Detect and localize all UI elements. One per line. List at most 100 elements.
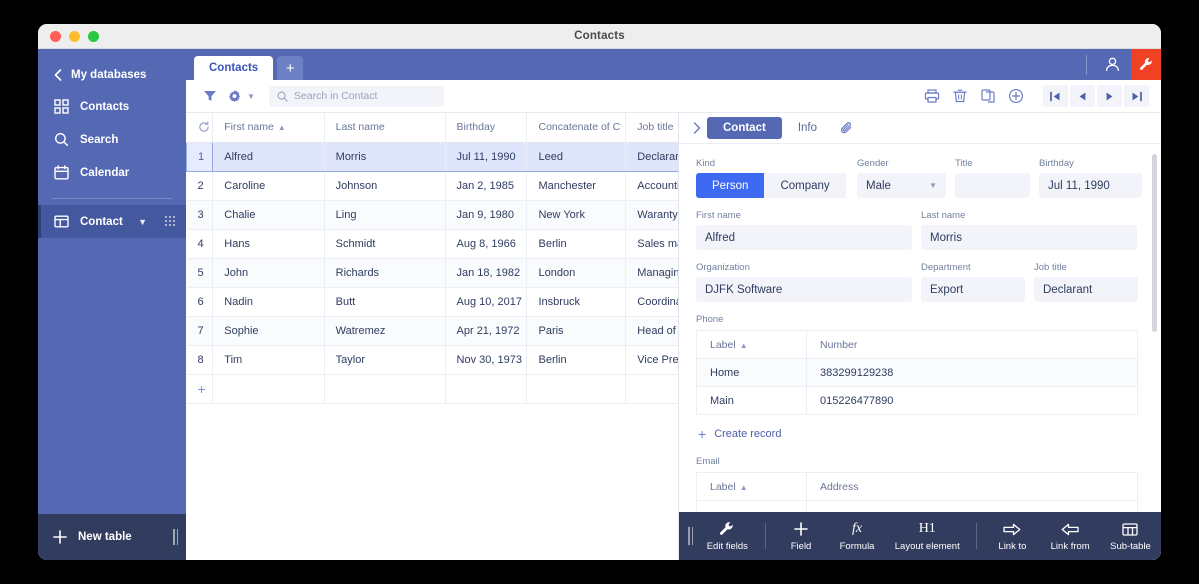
table-row[interactable]: 6 Nadin Butt Aug 10, 2017 Insbruck Coord… bbox=[186, 287, 678, 317]
sidebar-item-contacts[interactable]: Contacts bbox=[38, 90, 186, 123]
cell-first-name[interactable]: Caroline bbox=[212, 171, 325, 201]
collapse-panel-icon[interactable] bbox=[687, 122, 707, 134]
sidebar-back[interactable]: My databases bbox=[38, 60, 186, 90]
cell-job-title[interactable]: Vice President bbox=[625, 345, 678, 375]
cell-job-title[interactable]: Head of the department bbox=[625, 316, 678, 346]
cell-concatenate[interactable]: Berlin bbox=[526, 345, 627, 375]
cell-first-name[interactable]: Sophie bbox=[212, 316, 325, 346]
email-column-address[interactable]: Address bbox=[806, 472, 1138, 501]
cell-last-name[interactable]: Schmidt bbox=[324, 229, 446, 259]
table-row[interactable]: 8 Tim Taylor Nov 30, 1973 Berlin Vice Pr… bbox=[186, 345, 678, 375]
create-record-button[interactable]: + Create record bbox=[698, 426, 1144, 442]
link-from-button[interactable]: Link from bbox=[1040, 520, 1100, 552]
last-name-input[interactable]: Morris bbox=[921, 225, 1137, 250]
cell-last-name[interactable]: Watremez bbox=[324, 316, 446, 346]
column-header-first-name[interactable]: First name ▲ bbox=[212, 113, 325, 143]
cell-first-name[interactable]: Alfred bbox=[212, 141, 325, 172]
cell-concatenate[interactable]: Berlin bbox=[526, 229, 627, 259]
sidebar-item-contact-table[interactable]: Contact ▼ bbox=[38, 205, 186, 238]
search-input[interactable]: Search in Contact bbox=[268, 85, 444, 107]
cell-job-title[interactable]: Accounting bbox=[625, 171, 678, 201]
cell-concatenate[interactable]: Leed bbox=[526, 141, 627, 172]
cell-job-title[interactable]: Managing director bbox=[625, 258, 678, 288]
add-record-row[interactable]: + bbox=[186, 374, 678, 404]
print-icon[interactable] bbox=[919, 83, 945, 109]
phone-row[interactable]: Main 015226477890 bbox=[696, 386, 1138, 415]
table-row[interactable]: 2 Caroline Johnson Jan 2, 1985 Mancheste… bbox=[186, 171, 678, 201]
sidebar-resize-handle[interactable] bbox=[173, 529, 178, 545]
first-name-input[interactable]: Alfred bbox=[696, 225, 912, 250]
column-header-job-title[interactable]: Job title bbox=[625, 113, 678, 143]
add-circle-icon[interactable] bbox=[1003, 83, 1029, 109]
table-row[interactable]: 7 Sophie Watremez Apr 21, 1972 Paris Hea… bbox=[186, 316, 678, 346]
refresh-icon[interactable] bbox=[186, 113, 214, 143]
next-page-icon[interactable] bbox=[1097, 85, 1122, 107]
department-input[interactable]: Export bbox=[921, 277, 1025, 302]
organization-input[interactable]: DJFK Software bbox=[696, 277, 912, 302]
column-header-last-name[interactable]: Last name bbox=[324, 113, 446, 143]
cell-birthday[interactable]: Apr 21, 1972 bbox=[445, 316, 528, 346]
phone-column-label[interactable]: Label ▲ bbox=[696, 330, 807, 359]
email-column-label[interactable]: Label ▲ bbox=[696, 472, 807, 501]
cell-last-name[interactable]: Taylor bbox=[324, 345, 446, 375]
filter-icon[interactable] bbox=[198, 84, 222, 108]
panel-resize-handle[interactable] bbox=[685, 527, 697, 545]
table-row[interactable]: 5 John Richards Jan 18, 1982 London Mana… bbox=[186, 258, 678, 288]
gear-icon[interactable] bbox=[222, 84, 246, 108]
cell-birthday[interactable]: Aug 8, 1966 bbox=[445, 229, 528, 259]
tab-contacts[interactable]: Contacts bbox=[194, 56, 274, 80]
job-title-input[interactable]: Declarant bbox=[1034, 277, 1138, 302]
cell-job-title[interactable]: Waranty expert bbox=[625, 200, 678, 230]
trash-icon[interactable] bbox=[947, 83, 973, 109]
table-row[interactable]: 1 Alfred Morris Jul 11, 1990 Leed Declar… bbox=[186, 141, 678, 172]
first-page-icon[interactable] bbox=[1043, 85, 1068, 107]
kind-toggle[interactable]: Person Company bbox=[696, 173, 848, 198]
column-header-birthday[interactable]: Birthday bbox=[445, 113, 528, 143]
cell-first-name[interactable]: John bbox=[212, 258, 325, 288]
phone-number-cell[interactable]: 383299129238 bbox=[806, 358, 1138, 387]
cell-birthday[interactable]: Jan 18, 1982 bbox=[445, 258, 528, 288]
table-row[interactable]: 3 Chalie Ling Jan 9, 1980 New York Waran… bbox=[186, 200, 678, 230]
cell-job-title[interactable]: Sales manager bbox=[625, 229, 678, 259]
formula-button[interactable]: fx Formula bbox=[829, 520, 885, 552]
cell-first-name[interactable]: Nadin bbox=[212, 287, 325, 317]
settings-wrench-button[interactable] bbox=[1131, 49, 1161, 80]
birthday-input[interactable]: Jul 11, 1990 bbox=[1039, 173, 1142, 198]
cell-concatenate[interactable]: Insbruck bbox=[526, 287, 627, 317]
kind-option-company[interactable]: Company bbox=[764, 173, 846, 198]
sidebar-item-search[interactable]: Search bbox=[38, 123, 186, 156]
cell-job-title[interactable]: Coordinator bbox=[625, 287, 678, 317]
link-to-button[interactable]: Link to bbox=[984, 520, 1040, 552]
cell-last-name[interactable]: Johnson bbox=[324, 171, 446, 201]
cell-last-name[interactable]: Morris bbox=[324, 141, 446, 172]
cell-first-name[interactable]: Hans bbox=[212, 229, 325, 259]
copy-icon[interactable] bbox=[975, 83, 1001, 109]
tab-contact[interactable]: Contact bbox=[707, 117, 782, 139]
cell-first-name[interactable]: Tim bbox=[212, 345, 325, 375]
paperclip-icon[interactable] bbox=[833, 121, 861, 135]
previous-page-icon[interactable] bbox=[1070, 85, 1095, 107]
cell-birthday[interactable]: Jan 2, 1985 bbox=[445, 171, 528, 201]
cell-concatenate[interactable]: New York bbox=[526, 200, 627, 230]
cell-birthday[interactable]: Jan 9, 1980 bbox=[445, 200, 528, 230]
cell-birthday[interactable]: Nov 30, 1973 bbox=[445, 345, 528, 375]
user-account-icon[interactable] bbox=[1099, 56, 1125, 73]
kind-option-person[interactable]: Person bbox=[696, 173, 765, 198]
add-tab-button[interactable]: + bbox=[277, 56, 304, 80]
email-address-cell[interactable] bbox=[806, 500, 1138, 512]
cell-last-name[interactable]: Ling bbox=[324, 200, 446, 230]
email-row[interactable] bbox=[696, 500, 1138, 512]
cell-concatenate[interactable]: Manchester bbox=[526, 171, 627, 201]
add-field-button[interactable]: Field bbox=[773, 520, 829, 552]
drag-handle-icon[interactable] bbox=[165, 216, 176, 227]
gender-select[interactable]: Male ▼ bbox=[857, 173, 946, 198]
last-page-icon[interactable] bbox=[1124, 85, 1149, 107]
edit-fields-button[interactable]: Edit fields bbox=[697, 520, 759, 552]
cell-first-name[interactable]: Chalie bbox=[212, 200, 325, 230]
chevron-down-icon[interactable]: ▼ bbox=[247, 92, 255, 101]
cell-last-name[interactable]: Richards bbox=[324, 258, 446, 288]
new-table-button[interactable]: New table bbox=[38, 514, 186, 560]
cell-last-name[interactable]: Butt bbox=[324, 287, 446, 317]
add-record-button[interactable]: + bbox=[186, 374, 214, 404]
cell-birthday[interactable]: Jul 11, 1990 bbox=[445, 141, 528, 172]
